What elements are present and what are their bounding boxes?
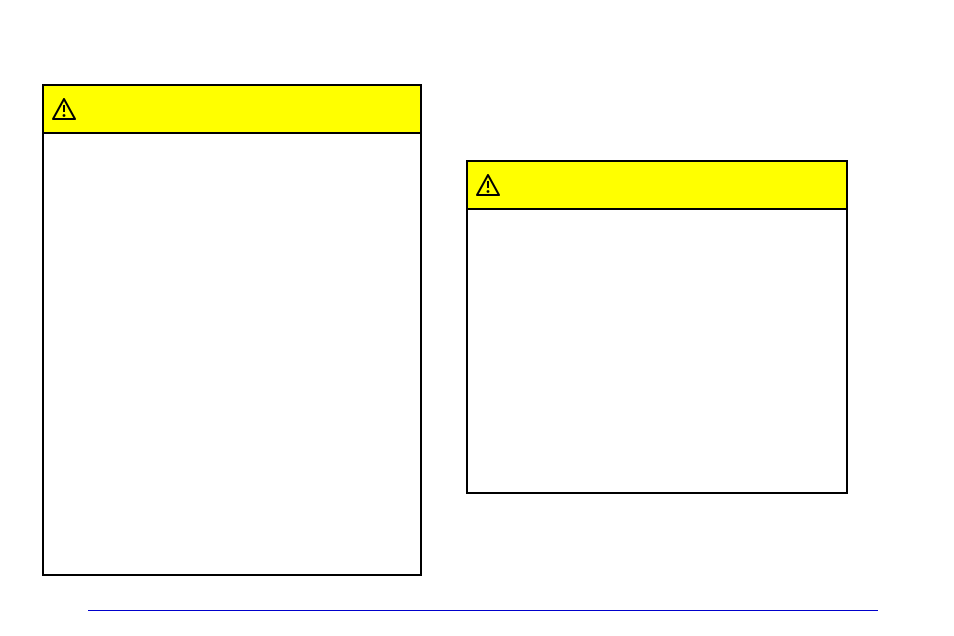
list-spacer	[84, 370, 420, 384]
list-item: .	[84, 244, 420, 258]
list-item: .	[84, 342, 420, 356]
list-spacer	[84, 384, 420, 398]
list-item: .	[84, 440, 420, 454]
footer-link[interactable]	[88, 610, 878, 611]
warning-icon	[52, 98, 76, 120]
list-spacer	[84, 356, 420, 370]
list-spacer	[84, 426, 420, 440]
list-item: .	[84, 300, 420, 314]
list-spacer	[84, 398, 420, 412]
panel-header	[468, 162, 846, 210]
caution-panel: . . . . . . . .	[42, 84, 422, 576]
warning-icon	[476, 174, 500, 196]
list-item: .	[84, 286, 420, 300]
list-spacer	[84, 314, 420, 328]
bullet-list: . . . . . . . .	[44, 244, 420, 454]
list-spacer	[84, 258, 420, 272]
list-item: .	[84, 272, 420, 286]
panel-header	[44, 86, 420, 134]
list-item: .	[84, 412, 420, 426]
caution-panel	[466, 160, 848, 494]
list-item: .	[84, 328, 420, 342]
